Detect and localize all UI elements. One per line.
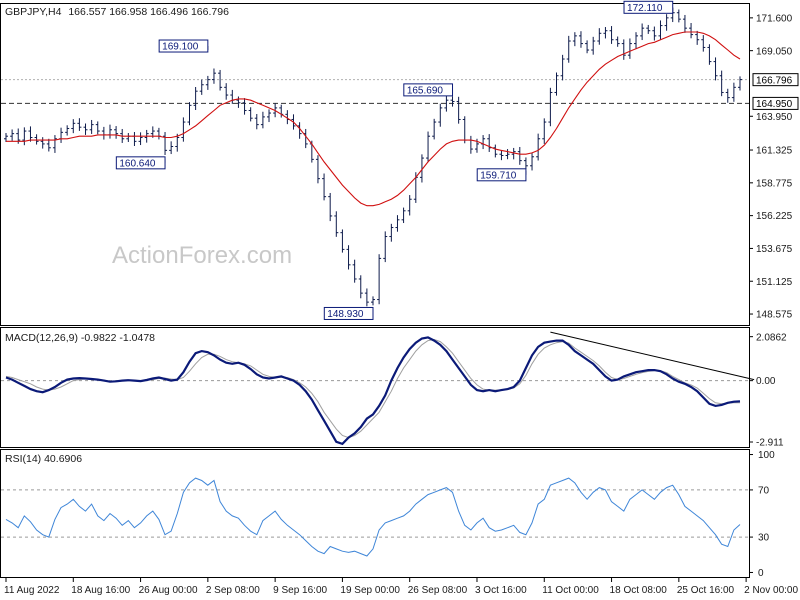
price-level-tag-text: 164.950	[756, 99, 793, 110]
price-y-tick-label: 158.775	[756, 178, 793, 189]
x-tick-label: 11 Oct 00:00	[542, 585, 599, 596]
annotation-label-159.710-text: 159.710	[480, 170, 517, 181]
rsi-y-tick-label: 100	[758, 450, 775, 461]
price-level-tag: 164.950	[752, 96, 799, 110]
macd-panel-frame	[0, 327, 750, 448]
macd-panel-title: MACD(12,26,9) -0.9822 -1.0478	[5, 332, 155, 344]
x-tick-label: 25 Oct 16:00	[677, 585, 735, 596]
x-tick-label: 9 Sep 16:00	[273, 585, 327, 596]
annotation-label-169.100-text: 169.100	[162, 42, 199, 53]
annotation-label-148.930-text: 148.930	[327, 309, 364, 320]
price-y-tick-label: 171.600	[756, 13, 793, 24]
price-panel-frame	[0, 3, 750, 326]
macd-y-tick-label: 2.0862	[756, 332, 787, 343]
x-tick-label: 18 Aug 16:00	[71, 585, 130, 596]
symbol-label: GBPJPY,H4	[5, 6, 62, 18]
annotation-label-165.690-text: 165.690	[407, 85, 444, 96]
price-y-tick-label: 169.050	[756, 46, 793, 57]
x-tick-label: 18 Oct 08:00	[610, 585, 668, 596]
rsi-y-tick-label: 0	[758, 568, 764, 579]
x-tick-label: 2 Nov 00:00	[744, 585, 798, 596]
gbpjpy-chart: ActionForex.com 169.100 160.640 148.930 165…	[0, 0, 799, 596]
macd-y-tick-label: -2.911	[756, 438, 784, 449]
annotation-label-172.110-text: 172.110	[627, 3, 663, 14]
price-panel-title: GBPJPY,H4 166.557 166.958 166.496 166.79…	[5, 6, 229, 18]
x-tick-label: 3 Oct 16:00	[475, 585, 527, 596]
price-level-tag: 166.796	[752, 73, 799, 86]
x-tick-label: 26 Sep 08:00	[408, 585, 468, 596]
x-tick-label: 26 Aug 00:00	[139, 585, 198, 596]
annotation-label-165.690: 165.690	[403, 83, 454, 96]
price-y-tick-label: 156.225	[756, 211, 793, 222]
x-tick-label: 2 Sep 08:00	[206, 585, 260, 596]
watermark: ActionForex.com	[112, 242, 292, 269]
x-tick-label: 11 Aug 2022	[4, 585, 60, 596]
annotation-label-148.930: 148.930	[323, 306, 374, 320]
rsi-panel-title: RSI(14) 40.6906	[5, 453, 82, 465]
annotation-label-169.100: 169.100	[158, 39, 209, 53]
annotation-label-160.640-text: 160.640	[119, 158, 156, 169]
macd-y-tick-label: 0.00	[756, 376, 776, 387]
annotation-label-172.110: 172.110	[623, 0, 674, 14]
rsi-panel-frame	[0, 449, 750, 578]
price-y-tick-label: 161.325	[756, 146, 793, 157]
price-level-tag-text: 166.796	[756, 75, 793, 86]
annotation-label-160.640: 160.640	[115, 156, 166, 169]
ohlc-values: 166.557 166.958 166.496 166.796	[68, 6, 229, 18]
price-y-tick-label: 153.675	[756, 244, 793, 255]
price-y-tick-label: 151.125	[756, 277, 793, 288]
rsi-y-tick-label: 30	[758, 533, 770, 544]
annotation-label-159.710: 159.710	[476, 168, 527, 181]
rsi-y-tick-label: 70	[758, 486, 770, 497]
price-y-tick-label: 148.575	[756, 310, 793, 321]
price-y-tick-label: 163.950	[756, 112, 793, 123]
x-tick-label: 19 Sep 00:00	[340, 585, 400, 596]
